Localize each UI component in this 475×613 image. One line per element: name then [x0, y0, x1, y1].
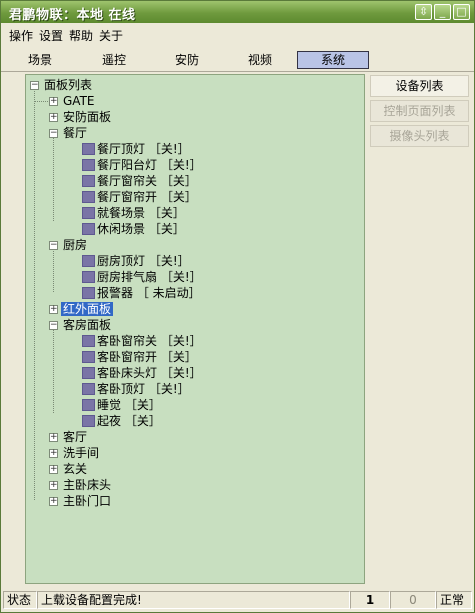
- device-icon: [82, 383, 95, 395]
- expand-toggle[interactable]: +: [49, 305, 58, 314]
- tree-line-restaurant: [53, 136, 54, 221]
- camera-list-button[interactable]: 摄像头列表: [370, 125, 469, 147]
- tab-divider: [1, 71, 474, 72]
- tree-node-kitchen[interactable]: 厨房: [63, 237, 87, 253]
- tab-system[interactable]: 系统: [297, 51, 369, 69]
- status-message: 上载设备配置完成!: [37, 591, 350, 609]
- menu-help[interactable]: 帮助: [69, 27, 93, 44]
- tab-security[interactable]: 安防: [152, 51, 222, 69]
- device-icon: [82, 207, 95, 219]
- device-icon: [82, 159, 95, 171]
- minimize-button[interactable]: _: [434, 4, 451, 20]
- tree-line-root: [34, 88, 35, 500]
- device-icon: [82, 175, 95, 187]
- collapse-toggle[interactable]: −: [30, 81, 39, 90]
- collapse-toggle[interactable]: −: [49, 241, 58, 250]
- tree-item[interactable]: 餐厅窗帘开 ［关］: [82, 189, 197, 205]
- control-page-list-button[interactable]: 控制页面列表: [370, 100, 469, 122]
- tree-node-security-panel[interactable]: 安防面板: [63, 109, 111, 125]
- tab-remote[interactable]: 遥控: [79, 51, 149, 69]
- collapse-toggle[interactable]: −: [49, 321, 58, 330]
- maximize-button[interactable]: □: [453, 4, 470, 20]
- device-icon: [82, 191, 95, 203]
- expand-toggle[interactable]: +: [49, 433, 58, 442]
- tree-node-entrance[interactable]: 玄关: [63, 461, 87, 477]
- tree-item[interactable]: 客卧窗帘开 ［关］: [82, 349, 197, 365]
- panel-tree[interactable]: − 面板列表 + GATE + 安防面板 − 餐厅 餐厅顶灯 ［关!］ 餐厅阳台…: [25, 74, 365, 584]
- tree-item[interactable]: 客卧顶灯 ［关!］: [82, 381, 190, 397]
- device-icon: [82, 415, 95, 427]
- restore-button[interactable]: ⇳: [415, 4, 432, 20]
- tree-item[interactable]: 客卧床头灯 ［关!］: [82, 365, 202, 381]
- tree-item[interactable]: 就餐场景 ［关］: [82, 205, 185, 221]
- collapse-toggle[interactable]: −: [49, 129, 58, 138]
- tree-node-bathroom[interactable]: 洗手间: [63, 445, 99, 461]
- expand-toggle[interactable]: +: [49, 113, 58, 122]
- tree-item[interactable]: 客卧窗帘关 ［关!］: [82, 333, 202, 349]
- tree-item[interactable]: 睡觉 ［关］: [82, 397, 161, 413]
- tab-video[interactable]: 视频: [225, 51, 295, 69]
- expand-toggle[interactable]: +: [49, 481, 58, 490]
- menu-settings[interactable]: 设置: [39, 27, 63, 44]
- menu-operate[interactable]: 操作: [9, 27, 33, 44]
- tree-item[interactable]: 餐厅窗帘关 ［关］: [82, 173, 197, 189]
- tab-bar: 场景 遥控 安防 视频 系统: [1, 48, 474, 72]
- status-label: 状态: [3, 591, 37, 609]
- tab-scene[interactable]: 场景: [5, 51, 75, 69]
- device-list-button[interactable]: 设备列表: [370, 75, 469, 97]
- tree-node-guest-panel[interactable]: 客房面板: [63, 317, 111, 333]
- device-icon: [82, 255, 95, 267]
- tree-root[interactable]: 面板列表: [44, 77, 92, 93]
- device-icon: [82, 223, 95, 235]
- expand-toggle[interactable]: +: [49, 449, 58, 458]
- tree-item[interactable]: 餐厅阳台灯 ［关!］: [82, 157, 202, 173]
- tree-item[interactable]: 报警器 ［ 未启动］: [82, 285, 201, 301]
- tree-item[interactable]: 厨房排气扇 ［关!］: [82, 269, 202, 285]
- device-icon: [82, 351, 95, 363]
- expand-toggle[interactable]: +: [49, 97, 58, 106]
- tree-item[interactable]: 厨房顶灯 ［关!］: [82, 253, 190, 269]
- tree-item[interactable]: 休闲场景 ［关］: [82, 221, 185, 237]
- tree-node-master-bedside[interactable]: 主卧床头: [63, 477, 111, 493]
- tree-line-kitchen: [53, 248, 54, 292]
- tree-item[interactable]: 餐厅顶灯 ［关!］: [82, 141, 190, 157]
- app-window: 君鹏物联：本地 在线 ⇳ _ □ 操作 设置 帮助 关于 场景 遥控 安防 视频…: [0, 0, 475, 613]
- title-bar[interactable]: 君鹏物联：本地 在线 ⇳ _ □: [1, 1, 474, 23]
- device-icon: [82, 399, 95, 411]
- status-count-2: 0: [390, 591, 436, 609]
- tree-line-guest: [53, 328, 54, 413]
- window-title: 君鹏物联：本地 在线: [9, 8, 136, 23]
- status-bar: 状态 上载设备配置完成! 1 0 正常: [1, 589, 474, 612]
- tree-node-master-door[interactable]: 主卧门口: [63, 493, 111, 509]
- menu-about[interactable]: 关于: [99, 27, 123, 44]
- status-count-1: 1: [350, 591, 390, 609]
- device-icon: [82, 143, 95, 155]
- menu-bar: 操作 设置 帮助 关于: [1, 24, 474, 44]
- device-icon: [82, 287, 95, 299]
- expand-toggle[interactable]: +: [49, 465, 58, 474]
- tree-node-restaurant[interactable]: 餐厅: [63, 125, 87, 141]
- device-icon: [82, 367, 95, 379]
- tree-item[interactable]: 起夜 ［关］: [82, 413, 161, 429]
- expand-toggle[interactable]: +: [49, 497, 58, 506]
- tree-node-living-room[interactable]: 客厅: [63, 429, 87, 445]
- tree-node-ir-panel[interactable]: 红外面板: [61, 301, 114, 317]
- tree-node-gate[interactable]: GATE: [63, 93, 95, 109]
- device-icon: [82, 271, 95, 283]
- device-icon: [82, 335, 95, 347]
- status-state: 正常: [436, 591, 472, 609]
